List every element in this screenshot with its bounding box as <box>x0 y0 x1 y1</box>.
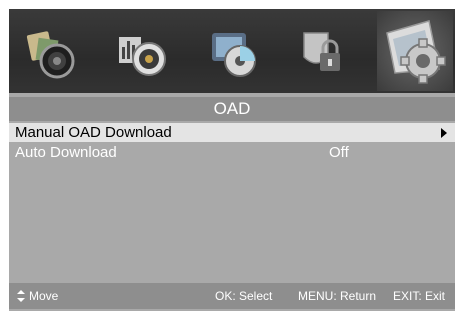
menu-item-manual-oad-download[interactable]: Manual OAD Download <box>9 123 455 142</box>
menu-item-auto-download[interactable]: Auto Download Off <box>9 143 455 162</box>
menu-item-label: Auto Download <box>15 144 117 161</box>
sound-icon <box>119 37 166 76</box>
footer-hint-bar: Move OK: Select MENU: Return EXIT: Exit <box>9 283 455 309</box>
menu-item-value: Off <box>329 144 349 161</box>
tab-picture[interactable] <box>23 23 87 83</box>
setup-gear-icon <box>386 20 446 84</box>
footer-select: OK: Select <box>215 289 273 303</box>
panel-title: OAD <box>9 97 455 121</box>
tab-lock[interactable] <box>294 23 358 83</box>
footer-menu-return: MENU: Return <box>298 289 377 303</box>
up-down-arrows-icon <box>17 290 25 302</box>
tab-channel[interactable] <box>204 23 268 83</box>
arrow-right-icon <box>441 128 447 138</box>
footer-exit: EXIT: Exit <box>393 289 446 303</box>
tab-sound[interactable] <box>113 23 177 83</box>
lock-icon <box>303 32 340 71</box>
footer-move: Move <box>29 289 59 303</box>
osd-menu: OAD Manual OAD Download Auto Download Of… <box>9 9 455 311</box>
tab-setup[interactable] <box>377 11 453 91</box>
menu-item-label: Manual OAD Download <box>15 124 172 141</box>
channel-icon <box>212 33 256 77</box>
picture-icon <box>26 31 75 79</box>
menu-icon-bar <box>9 9 455 93</box>
